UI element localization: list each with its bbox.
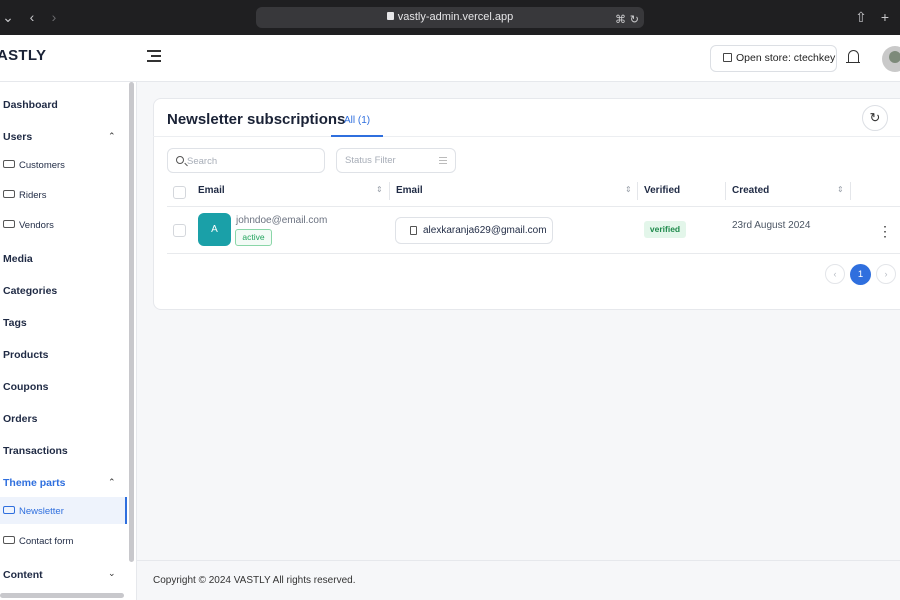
- menu-collapse-icon[interactable]: [147, 50, 161, 62]
- subscriber-email: johndoe@email.com: [236, 215, 328, 226]
- external-link-icon: [723, 53, 732, 62]
- sort-icon[interactable]: ⇕: [376, 185, 383, 194]
- column-header-created[interactable]: Created: [732, 185, 769, 196]
- chevron-left-icon[interactable]: ‹: [24, 9, 40, 25]
- open-store-label: Open store: ctechkey: [736, 52, 836, 64]
- sidebar-item-dashboard[interactable]: Dashboard: [3, 99, 58, 111]
- translate-icon[interactable]: ⌘: [615, 10, 626, 31]
- newsletter-icon: [3, 506, 15, 514]
- tab-active-indicator: [331, 135, 383, 137]
- sidebar-horizontal-scrollbar[interactable]: [0, 593, 124, 598]
- filter-icon: [439, 157, 447, 164]
- contact-email-chip[interactable]: alexkaranja629@gmail.com: [395, 217, 553, 244]
- url-text: vastly-admin.vercel.app: [397, 11, 514, 23]
- sort-icon[interactable]: ⇕: [837, 185, 844, 194]
- reload-icon[interactable]: ↻: [630, 10, 639, 31]
- column-header-contact-email[interactable]: Email: [396, 185, 423, 196]
- sidebar-item-products[interactable]: Products: [3, 349, 49, 361]
- page-title: Newsletter subscriptions: [167, 111, 346, 128]
- footer-divider: [137, 560, 900, 561]
- open-store-button[interactable]: Open store: ctechkey: [710, 45, 837, 72]
- sidebar-item-contact-form[interactable]: Contact form: [3, 536, 73, 547]
- chevron-up-icon[interactable]: ⌃: [108, 477, 116, 488]
- share-icon[interactable]: ⇧: [853, 9, 869, 25]
- tab-all[interactable]: All (1): [344, 115, 370, 126]
- sidebar-item-media[interactable]: Media: [3, 253, 33, 265]
- chevron-down-icon[interactable]: ⌄: [108, 568, 116, 579]
- status-badge: active: [235, 229, 272, 246]
- row-checkbox[interactable]: [173, 224, 186, 237]
- sort-icon[interactable]: ⇕: [625, 185, 632, 194]
- pagination-prev-button[interactable]: ‹: [825, 264, 845, 284]
- table-header-divider: [167, 206, 900, 207]
- created-date: 23rd August 2024: [732, 220, 811, 231]
- sidebar-item-label: Newsletter: [19, 506, 64, 517]
- sidebar-item-label: Riders: [19, 190, 47, 201]
- logo: ASTLY: [0, 47, 47, 64]
- contact-email-text: alexkaranja629@gmail.com: [423, 225, 547, 236]
- sidebar-item-categories[interactable]: Categories: [3, 285, 57, 297]
- column-header-email[interactable]: Email: [198, 185, 225, 196]
- lock-icon: [386, 12, 394, 20]
- sidebar-item-content[interactable]: Content: [3, 569, 43, 581]
- status-filter-select[interactable]: Status Filter: [336, 148, 456, 173]
- sidebar-item-theme-parts[interactable]: Theme parts: [3, 477, 65, 489]
- subscriptions-card: [153, 98, 900, 310]
- address-bar[interactable]: vastly-admin.vercel.app ⌘ ↻: [256, 7, 644, 28]
- pagination-next-button[interactable]: ›: [876, 264, 896, 284]
- sidebar-item-label: Customers: [19, 160, 65, 171]
- sidebar-item-label: Contact form: [19, 536, 74, 547]
- search-field[interactable]: [167, 148, 325, 173]
- sidebar-item-riders[interactable]: Riders: [3, 190, 46, 201]
- table-row-divider: [167, 253, 900, 254]
- bike-icon: [3, 190, 15, 198]
- bell-icon[interactable]: [846, 50, 860, 63]
- status-filter-label: Status Filter: [345, 155, 396, 166]
- footer-copyright: Copyright © 2024 VASTLY All rights reser…: [153, 575, 356, 586]
- sidebar-item-transactions[interactable]: Transactions: [3, 445, 68, 457]
- verified-badge: verified: [644, 221, 686, 238]
- sidebar-item-users[interactable]: Users: [3, 131, 32, 143]
- sidebar-scrollbar[interactable]: [129, 82, 134, 562]
- column-divider: [637, 182, 638, 200]
- subscriber-avatar: A: [198, 213, 231, 246]
- more-options-icon[interactable]: ⋮: [878, 224, 892, 238]
- copy-icon: [410, 226, 417, 235]
- sidebar-item-orders[interactable]: Orders: [3, 413, 37, 425]
- sidebar-item-newsletter[interactable]: Newsletter: [3, 506, 64, 517]
- column-divider: [389, 182, 390, 200]
- sidebar-item-vendors[interactable]: Vendors: [3, 220, 54, 231]
- sidebar-item-customers[interactable]: Customers: [3, 160, 65, 171]
- mail-icon: [3, 536, 15, 544]
- chevron-right-icon[interactable]: ›: [46, 9, 62, 25]
- refresh-icon[interactable]: ↻: [862, 105, 888, 131]
- sidebar-item-label: Vendors: [19, 220, 54, 231]
- chevron-up-icon[interactable]: ⌃: [108, 131, 116, 142]
- column-header-verified[interactable]: Verified: [644, 185, 680, 196]
- divider: [153, 136, 900, 137]
- search-icon: [176, 156, 184, 164]
- search-input[interactable]: [187, 153, 317, 169]
- store-icon: [3, 220, 15, 228]
- column-divider: [850, 182, 851, 200]
- sidebar-item-coupons[interactable]: Coupons: [3, 381, 49, 393]
- plus-icon[interactable]: +: [877, 9, 893, 25]
- sidebar-item-tags[interactable]: Tags: [3, 317, 27, 329]
- column-divider: [725, 182, 726, 200]
- browser-toolbar: ⌄ ‹ › vastly-admin.vercel.app ⌘ ↻ ⇧ +: [0, 0, 900, 35]
- select-all-checkbox[interactable]: [173, 186, 186, 199]
- tab-menu-icon[interactable]: ⌄: [0, 9, 16, 25]
- pagination-page-button[interactable]: 1: [850, 264, 871, 285]
- user-plus-icon: [3, 160, 15, 168]
